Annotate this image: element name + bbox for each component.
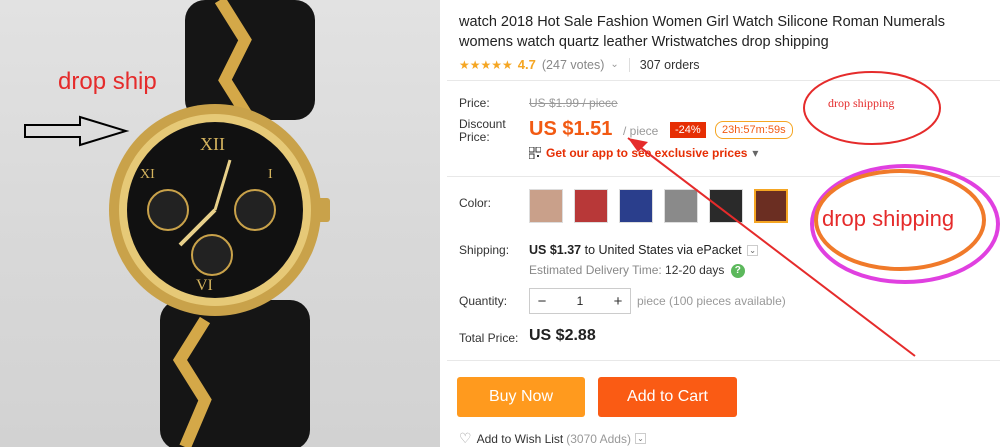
chevron-down-icon: ▾ (752, 146, 759, 160)
quantity-input[interactable]: 1 (554, 294, 606, 308)
color-label: Color: (459, 196, 492, 210)
app-promo-text: Get our app to see exclusive prices (546, 146, 748, 160)
shipping-cost: US $1.37 (529, 243, 582, 257)
quantity-stepper: − 1 + (529, 288, 631, 314)
color-swatch-gray[interactable] (664, 189, 698, 223)
chevron-down-icon[interactable]: ⌄ (634, 433, 646, 444)
star-rating-icon: ★★★★★ (459, 57, 513, 72)
shipping-destination: to United States via ePacket (584, 243, 742, 257)
rating-value: 4.7 (517, 57, 536, 72)
countdown-timer: 23h:57m:59s (715, 121, 793, 139)
original-price: US $1.99 / piece (529, 96, 618, 110)
color-swatch-red[interactable] (574, 189, 608, 223)
divider (447, 360, 1000, 361)
wishlist-link[interactable]: ♡ Add to Wish List (3070 Adds) ⌄ (459, 430, 646, 447)
estimate-days: 12-20 days (665, 263, 725, 277)
qr-code-icon (529, 147, 541, 159)
wishlist-count: (3070 Adds) (566, 431, 631, 446)
color-swatch-box[interactable] (754, 189, 788, 223)
heart-icon: ♡ (459, 430, 472, 446)
chevron-down-icon[interactable]: ⌄ (610, 59, 618, 70)
divider (447, 176, 1000, 177)
color-swatch-brown[interactable] (529, 189, 563, 223)
discount-price-label: Discount Price: (459, 117, 506, 144)
color-swatch-black[interactable] (709, 189, 743, 223)
orders-count: 307 orders (639, 57, 700, 72)
wishlist-label: Add to Wish List (476, 431, 564, 446)
total-price-label: Total Price: (459, 331, 519, 345)
shipping-info[interactable]: US $1.37 to United States via ePacket ⌄ (529, 243, 759, 257)
buy-now-button[interactable]: Buy Now (457, 377, 585, 417)
quantity-label: Quantity: (459, 294, 508, 308)
svg-text:XII: XII (200, 134, 225, 154)
annotation-large-label: drop shipping (822, 206, 955, 231)
product-title: watch 2018 Hot Sale Fashion Women Girl W… (459, 14, 945, 50)
price-label: Price: (459, 96, 490, 110)
app-promo-link[interactable]: Get our app to see exclusive prices ▾ (529, 146, 758, 160)
divider (628, 57, 630, 72)
discount-badge: -24% (670, 122, 706, 138)
svg-text:XI: XI (140, 167, 155, 182)
annotation-small-label: drop shipping (828, 96, 895, 110)
votes-link[interactable]: (247 votes) (542, 58, 605, 72)
rating-row: ★★★★★ 4.7 (247 votes) ⌄ 307 orders (459, 57, 700, 72)
drop-ship-label: drop ship (58, 68, 157, 95)
color-swatch-blue[interactable] (619, 189, 653, 223)
decrement-button[interactable]: − (530, 293, 554, 310)
increment-button[interactable]: + (606, 293, 630, 310)
per-piece-label: / piece (623, 124, 659, 138)
divider (447, 80, 1000, 81)
quantity-available: piece (100 pieces available) (637, 294, 786, 308)
svg-text:VI: VI (196, 277, 213, 294)
total-price: US $2.88 (529, 327, 596, 344)
color-swatches (529, 189, 799, 223)
discount-price: US $1.51 (529, 118, 613, 140)
svg-text:I: I (268, 167, 273, 182)
product-photo[interactable]: XII XI I VI drop ship (0, 0, 440, 447)
help-icon[interactable]: ? (730, 263, 745, 278)
add-to-cart-button[interactable]: Add to Cart (598, 377, 737, 417)
chevron-down-icon[interactable]: ⌄ (747, 245, 759, 257)
shipping-label: Shipping: (459, 243, 510, 257)
estimate-label: Estimated Delivery Time: (529, 263, 662, 277)
delivery-estimate: Estimated Delivery Time: 12-20 days ? (529, 263, 745, 278)
